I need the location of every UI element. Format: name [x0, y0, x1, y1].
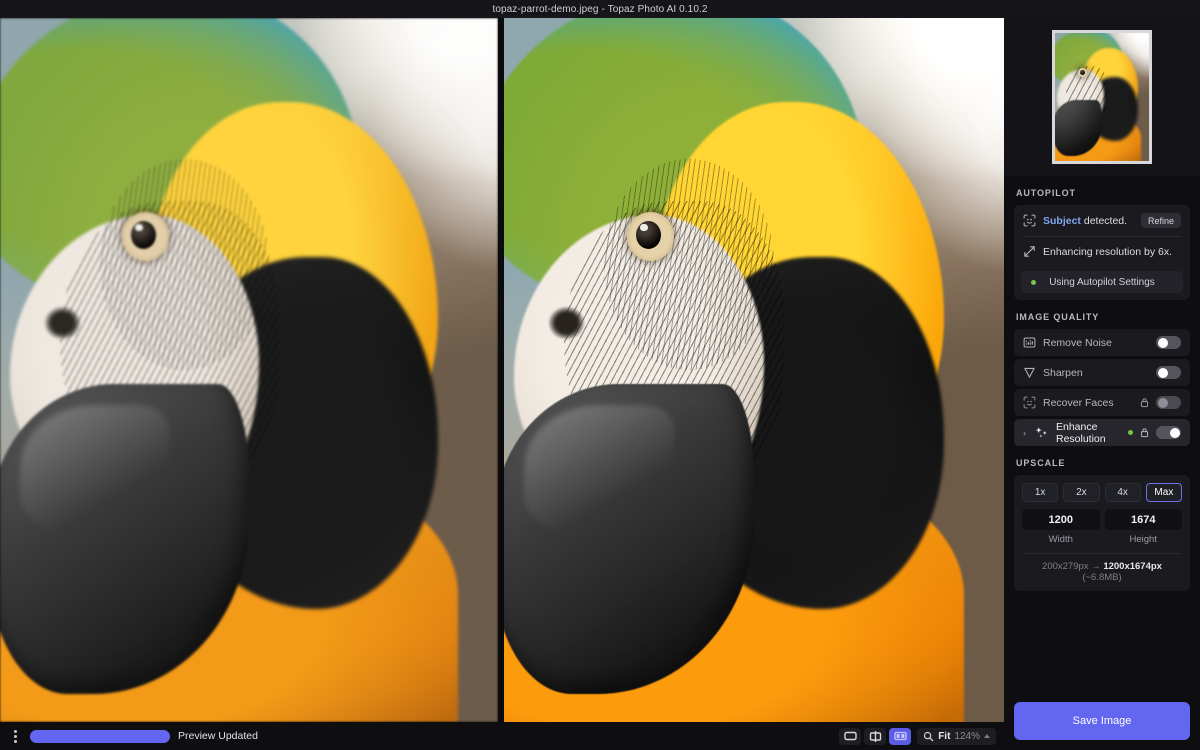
save-image-button[interactable]: Save Image — [1014, 702, 1190, 740]
upscale-section: UPSCALE 1x 2x 4x Max 1200 Width 1674 Hei… — [1004, 446, 1200, 591]
chevron-up-icon[interactable] — [984, 734, 990, 738]
chevron-right-icon[interactable]: › — [1023, 428, 1031, 438]
remove-noise-toggle[interactable] — [1156, 336, 1181, 349]
window-title: topaz-parrot-demo.jpeg - Topaz Photo AI … — [492, 3, 708, 15]
image-quality-label: Remove Noise — [1043, 336, 1112, 349]
save-area: Save Image — [1004, 692, 1200, 750]
kebab-menu-icon[interactable] — [8, 727, 22, 745]
thumbnail-area — [1004, 18, 1200, 176]
image-quality-row-recover-faces[interactable]: Recover Faces — [1014, 389, 1190, 416]
original-image — [0, 18, 498, 722]
dimension-inputs: 1200 Width 1674 Height — [1022, 509, 1182, 545]
sparkle-icon — [1035, 427, 1047, 438]
recover-faces-toggle[interactable] — [1156, 396, 1181, 409]
resolution-note: Enhancing resolution by 6x. — [1043, 245, 1172, 258]
subject-label: Subject detected. — [1043, 215, 1127, 227]
single-view-icon — [844, 731, 857, 741]
image-quality-section: IMAGE QUALITY Remove Noise Sharpen Recov… — [1004, 300, 1200, 446]
enhanced-image — [504, 18, 1004, 722]
image-quality-label: Recover Faces — [1043, 396, 1114, 409]
scale-buttons: 1x 2x 4x Max — [1022, 483, 1182, 502]
sharpen-funnel-icon — [1024, 367, 1035, 378]
width-input[interactable]: 1200 — [1022, 509, 1100, 530]
arrow-glyph: → — [1091, 561, 1101, 572]
noise-grid-icon — [1023, 337, 1036, 348]
autopilot-section: AUTOPILOT Subject detected. Refine Enhan… — [1004, 176, 1200, 300]
autopilot-heading: AUTOPILOT — [1016, 188, 1076, 198]
magnifier-icon — [924, 731, 934, 741]
preview-progress-bar — [30, 729, 170, 743]
subject-frame-icon — [1023, 214, 1036, 227]
subject-detected-row: Subject detected. Refine — [1014, 205, 1190, 236]
width-field-group: 1200 Width — [1022, 509, 1100, 545]
enhance-resolution-toggle[interactable] — [1156, 426, 1181, 439]
source-size: 200x279px — [1042, 561, 1089, 572]
main-body: Preview Updated Fit 124% AUTOPILOT Subje… — [0, 18, 1200, 750]
lock-icon[interactable] — [1140, 427, 1149, 438]
single-view-button[interactable] — [839, 727, 862, 745]
split-view-button[interactable] — [864, 727, 887, 745]
size-summary: 200x279px → 1200x1674px (~6.8MB) — [1022, 554, 1182, 583]
resolution-note-row: Enhancing resolution by 6x. — [1014, 237, 1190, 266]
subject-link[interactable]: Subject — [1043, 215, 1081, 227]
scale-button-4x[interactable]: 4x — [1104, 483, 1141, 502]
upscale-heading: UPSCALE — [1016, 458, 1066, 468]
title-bar: topaz-parrot-demo.jpeg - Topaz Photo AI … — [0, 0, 1200, 18]
side-by-side-view-button[interactable] — [889, 727, 912, 745]
autopilot-status-dot — [1031, 279, 1036, 285]
image-quality-label: Enhance Resolution — [1056, 420, 1106, 445]
scale-button-max[interactable]: Max — [1145, 483, 1182, 502]
image-quality-row-remove-noise[interactable]: Remove Noise — [1014, 329, 1190, 356]
enhanced-image-pane[interactable] — [504, 18, 1004, 722]
file-size: (~6.8MB) — [1082, 572, 1122, 583]
side-by-side-view-icon — [894, 731, 907, 741]
right-sidebar: AUTOPILOT Subject detected. Refine Enhan… — [1004, 18, 1200, 750]
height-input[interactable]: 1674 — [1104, 509, 1182, 530]
enhance-resolution-status-dot — [1128, 430, 1133, 435]
original-image-pane[interactable] — [0, 18, 498, 722]
height-label: Height — [1129, 534, 1157, 545]
refine-button[interactable]: Refine — [1140, 213, 1181, 228]
scale-button-1x[interactable]: 1x — [1022, 483, 1059, 502]
autopilot-card: Subject detected. Refine Enhancing resol… — [1014, 205, 1190, 300]
lock-icon[interactable] — [1140, 397, 1149, 408]
comparison-panes[interactable] — [0, 18, 1004, 722]
view-controls: Fit 124% — [839, 727, 996, 745]
image-quality-label: Sharpen — [1043, 366, 1083, 379]
zoom-percent-label: 124% — [954, 730, 980, 742]
split-view-icon — [869, 730, 881, 742]
parrot-thumbnail[interactable] — [1052, 30, 1152, 164]
image-quality-row-sharpen[interactable]: Sharpen — [1014, 359, 1190, 386]
topaz-photo-ai-window: topaz-parrot-demo.jpeg - Topaz Photo AI … — [0, 0, 1200, 750]
scale-button-2x[interactable]: 2x — [1063, 483, 1100, 502]
subject-status: detected. — [1080, 214, 1128, 227]
zoom-control[interactable]: Fit 124% — [917, 727, 996, 745]
status-text: Preview Updated — [178, 730, 258, 742]
face-detect-icon — [1023, 396, 1036, 409]
using-autopilot-settings-button[interactable]: Using Autopilot Settings — [1021, 271, 1183, 293]
expand-arrows-icon — [1024, 246, 1035, 257]
upscale-card: 1x 2x 4x Max 1200 Width 1674 Height 200x… — [1014, 475, 1190, 591]
bottom-toolbar: Preview Updated Fit 124% — [0, 722, 1004, 750]
target-size: 1200x1674px — [1103, 561, 1162, 572]
autopilot-settings-label: Using Autopilot Settings — [1049, 276, 1155, 288]
height-field-group: 1674 Height — [1104, 509, 1182, 545]
image-quality-row-enhance-resolution[interactable]: › Enhance Resolution — [1014, 419, 1190, 446]
image-quality-list: Remove Noise Sharpen Recover Faces › Enh… — [1014, 329, 1190, 446]
zoom-fit-label: Fit — [938, 730, 951, 742]
image-quality-heading: IMAGE QUALITY — [1016, 312, 1100, 322]
image-canvas[interactable]: Preview Updated Fit 124% — [0, 18, 1004, 750]
sharpen-toggle[interactable] — [1156, 366, 1181, 379]
view-mode-group — [839, 727, 912, 745]
width-label: Width — [1048, 534, 1073, 545]
